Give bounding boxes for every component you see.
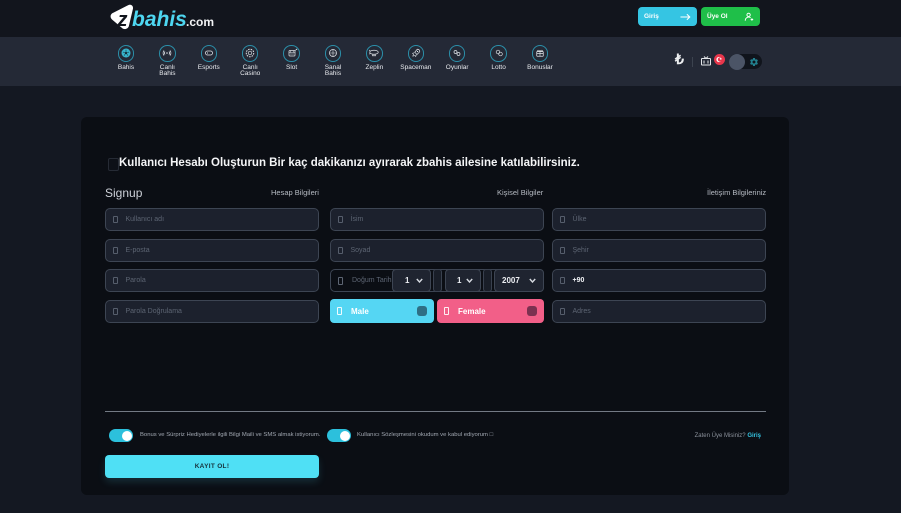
svg-text:z: z [117,9,128,31]
svg-text:.com: .com [186,15,214,29]
svg-text:bahis: bahis [132,8,187,31]
